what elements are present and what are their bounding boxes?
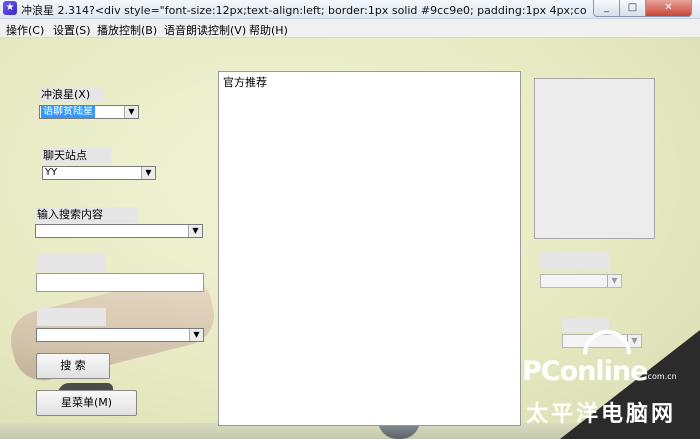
chevron-down-icon[interactable]: ▼ <box>607 275 621 287</box>
chevron-down-icon[interactable]: ▼ <box>141 167 155 179</box>
blank-label-1 <box>37 253 106 271</box>
title-bar: ★ 冲浪星 2.314?<div style="font-size:12px;t… <box>0 0 700 19</box>
chevron-down-icon[interactable]: ▼ <box>188 225 202 237</box>
chat-site-select[interactable]: YY ▼ <box>42 166 156 180</box>
app-star-icon[interactable]: ★ <box>3 1 17 15</box>
surf-star-selected-value: 语聊贫陆星 <box>41 106 95 118</box>
surf-star-select[interactable]: 语聊贫陆星 ▼ <box>39 105 139 119</box>
menu-operate[interactable]: 操作(C) <box>6 22 44 38</box>
recommendation-panel[interactable]: 官方推荐 <box>218 71 521 426</box>
chat-site-label: 聊天站点 <box>41 148 111 163</box>
minimize-button[interactable]: _ <box>593 0 620 17</box>
chevron-down-icon[interactable]: ▼ <box>189 329 203 341</box>
menu-settings[interactable]: 设置(S) <box>53 22 91 38</box>
search-content-combo[interactable]: ▼ <box>35 224 203 238</box>
chevron-down-icon[interactable]: ▼ <box>124 106 138 118</box>
blank-label-2 <box>37 308 106 326</box>
search-content-label: 输入搜索内容 <box>35 207 137 223</box>
right-select[interactable]: ▼ <box>540 274 622 288</box>
surf-star-label: 冲浪星(X) <box>39 87 104 102</box>
watermark-logo: PConline <box>522 356 648 387</box>
menu-playback-control[interactable]: 播放控制(B) <box>97 22 157 38</box>
chat-site-selected-value: YY <box>45 167 58 178</box>
preview-image-box <box>534 78 655 239</box>
blank-label-right <box>540 252 609 270</box>
text-input-1[interactable] <box>36 273 204 292</box>
close-button[interactable]: ✕ <box>645 0 692 17</box>
star-menu-button[interactable]: 星菜单(M) <box>36 390 137 416</box>
watermark-domain: .com.cn <box>645 372 677 381</box>
search-button[interactable]: 搜 索 <box>36 353 110 379</box>
recommendation-panel-title: 官方推荐 <box>223 76 267 89</box>
option-select-2[interactable]: ▼ <box>36 328 204 342</box>
menu-voice-reading-control[interactable]: 语音朗读控制(V) <box>164 22 246 38</box>
window-title: 冲浪星 2.314?<div style="font-size:12px;tex… <box>21 4 587 17</box>
watermark-chinese-name: 太平洋电脑网 <box>526 402 677 427</box>
maximize-button[interactable]: □ <box>619 0 646 17</box>
menu-help[interactable]: 帮助(H) <box>249 22 288 38</box>
menu-bar: 操作(C) 设置(S) 播放控制(B) 语音朗读控制(V) 帮助(H) <box>0 19 700 38</box>
